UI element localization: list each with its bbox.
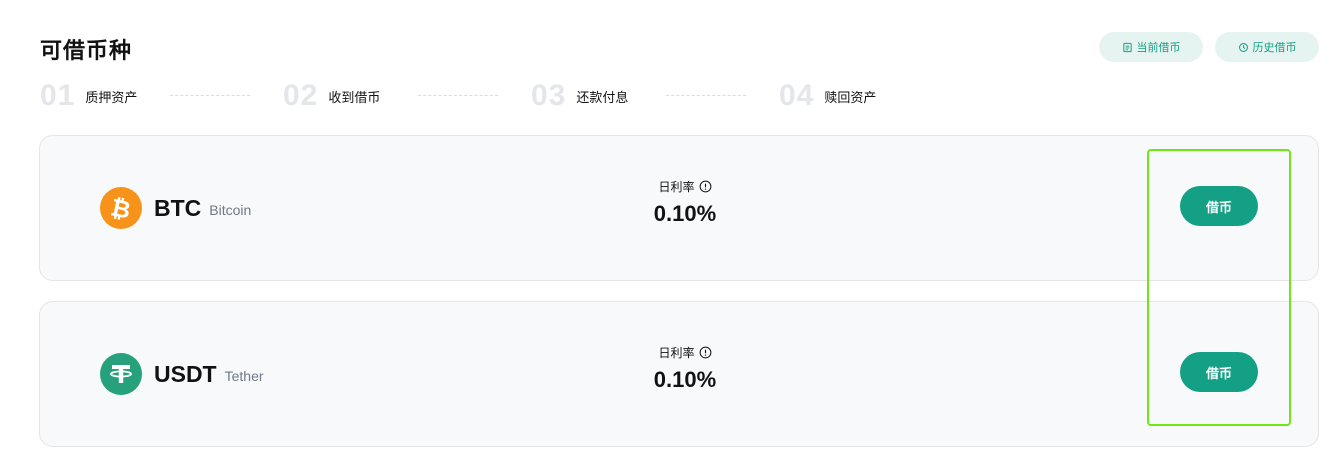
- svg-text:₿: ₿: [108, 193, 133, 224]
- coin-card-btc: ₿ BTC Bitcoin 日利率 0.10% 借币: [39, 135, 1319, 281]
- coin-name: Tether: [224, 368, 264, 384]
- rate-label: 日利率: [658, 180, 695, 194]
- borrow-button-btc[interactable]: 借币: [1180, 186, 1258, 226]
- page-title: 可借币种: [40, 39, 133, 64]
- coin-info: USDT Tether: [100, 353, 264, 395]
- step-2: 02 收到借币: [283, 80, 380, 112]
- step-number: 03: [531, 79, 567, 112]
- history-loans-label: 历史借币: [1252, 41, 1297, 54]
- borrow-button-usdt[interactable]: 借币: [1180, 352, 1258, 392]
- info-icon[interactable]: [699, 346, 712, 359]
- coin-card-usdt: USDT Tether 日利率 0.10% 借币: [39, 301, 1319, 447]
- step-divider: [170, 95, 250, 96]
- tether-icon: [100, 353, 142, 395]
- step-divider: [666, 95, 746, 96]
- rate-value: 0.10%: [653, 201, 717, 226]
- step-number: 04: [779, 79, 815, 112]
- info-icon[interactable]: [699, 180, 712, 193]
- document-icon: [1122, 42, 1132, 52]
- steps-bar: 01 质押资产 02 收到借币 03 还款付息 04 赎回资产: [40, 80, 940, 112]
- step-1: 01 质押资产: [40, 80, 137, 112]
- rate-value: 0.10%: [653, 367, 717, 392]
- daily-rate: 日利率 0.10%: [600, 344, 770, 393]
- step-label: 还款付息: [576, 90, 629, 106]
- history-icon: [1238, 42, 1248, 52]
- step-divider: [418, 95, 498, 96]
- step-label: 质押资产: [85, 90, 138, 106]
- current-loans-button[interactable]: 当前借币: [1099, 32, 1203, 62]
- step-label: 赎回资产: [824, 90, 877, 106]
- coin-symbol: USDT: [154, 360, 217, 387]
- bitcoin-icon: ₿: [100, 187, 142, 229]
- coin-info: ₿ BTC Bitcoin: [100, 187, 251, 229]
- coin-name: Bitcoin: [209, 202, 252, 218]
- rate-label: 日利率: [658, 346, 695, 360]
- daily-rate: 日利率 0.10%: [600, 178, 770, 227]
- current-loans-label: 当前借币: [1136, 41, 1181, 54]
- step-3: 03 还款付息: [531, 80, 628, 112]
- step-number: 01: [40, 79, 76, 112]
- step-number: 02: [283, 79, 319, 112]
- step-label: 收到借币: [328, 90, 381, 106]
- step-4: 04 赎回资产: [779, 80, 876, 112]
- coin-symbol: BTC: [154, 194, 202, 221]
- history-loans-button[interactable]: 历史借币: [1215, 32, 1319, 62]
